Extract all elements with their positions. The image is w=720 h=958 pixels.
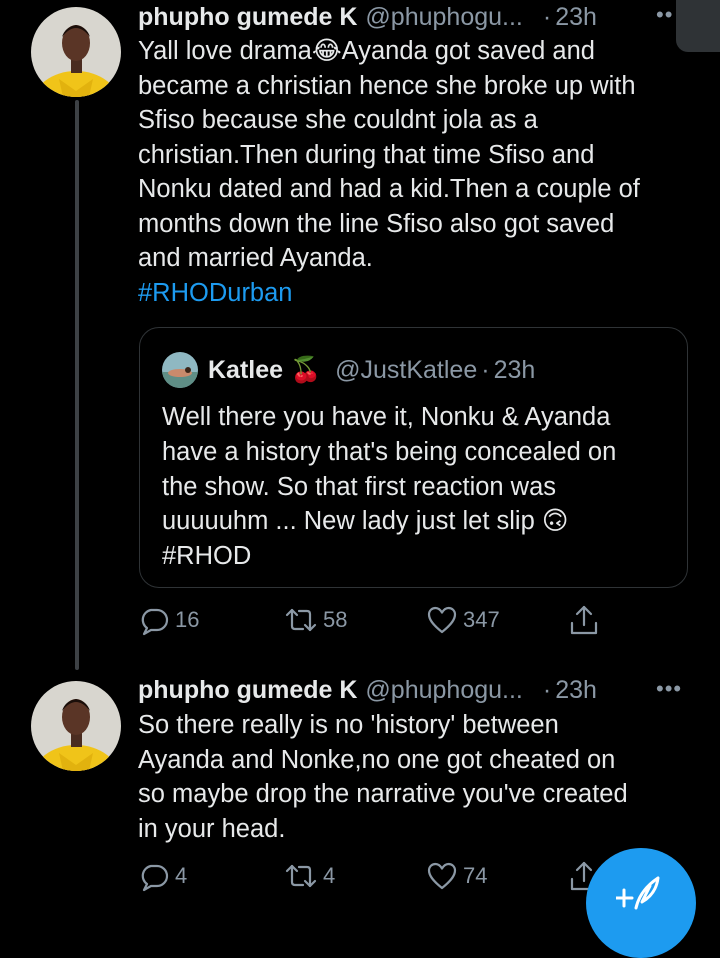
compose-tweet-icon	[614, 872, 660, 915]
tweet-1-like-count: 347	[463, 607, 500, 632]
tweet-2-more-icon[interactable]: •••	[656, 676, 682, 702]
heart-outline-icon	[426, 604, 458, 636]
tweet-2-author-avatar[interactable]	[31, 681, 121, 771]
tweet-2-retweet-count: 4	[323, 863, 336, 888]
tweet-2-author-name[interactable]: phupho gumede K	[138, 676, 357, 705]
tweet-1-hashtag-link[interactable]: #RHODurban	[138, 279, 292, 308]
quoted-tweet-text: Well there you have it, Nonku & Ayanda h…	[162, 403, 617, 571]
tweet-1-header: phupho gumede K @phuphogu... · 23h	[138, 0, 597, 34]
tweet-1-timestamp[interactable]: 23h	[555, 3, 597, 32]
quoted-tweet-card[interactable]: Katlee 🍒 @JustKatlee · 23h Well there yo…	[139, 327, 688, 588]
tweet-2-like-count: 74	[463, 863, 488, 888]
tweet-2-separator: ·	[542, 675, 552, 704]
thread-connector-line	[75, 100, 79, 670]
tweet-1-retweet-count: 58	[323, 607, 348, 632]
tweet-2-retweet-button[interactable]: 4	[284, 858, 335, 894]
tweet-1-text: Yall love drama😂Ayanda got saved and bec…	[138, 37, 640, 272]
tweet-1-action-bar: 16 58 347	[138, 602, 608, 638]
tweet-1-retweet-button[interactable]: 58	[284, 602, 347, 638]
tweet-1-author-handle[interactable]: @phuphogu...	[365, 3, 522, 32]
tweet-2-header: phupho gumede K @phuphogu... · 23h	[138, 673, 597, 707]
tweet-2-timestamp[interactable]: 23h	[555, 676, 597, 705]
tweet-1-share-button[interactable]	[568, 602, 600, 638]
tweet-1-author-name[interactable]: phupho gumede K	[138, 3, 357, 32]
tweet-2-like-button[interactable]: 74	[426, 858, 487, 894]
tweet-2-author-handle[interactable]: @phuphogu...	[365, 676, 522, 705]
quoted-tweet-handle: @JustKatlee	[335, 355, 478, 384]
retweet-arrows-icon	[284, 604, 318, 636]
tweet-1-like-button[interactable]: 347	[426, 602, 500, 638]
tweet-2-text: So there really is no 'history' between …	[138, 711, 628, 843]
heart-outline-icon	[426, 860, 458, 892]
speech-bubble-icon	[138, 604, 170, 636]
tweet-2-reply-count: 4	[175, 863, 188, 888]
quoted-tweet-timestamp: 23h	[493, 355, 536, 384]
tweet-1-reply-button[interactable]: 16	[138, 602, 199, 638]
speech-bubble-icon	[138, 860, 170, 892]
tweet-1-more-icon[interactable]: ••	[656, 2, 673, 28]
share-upload-icon	[568, 603, 600, 637]
quoted-tweet-header: Katlee 🍒 @JustKatlee · 23h	[208, 352, 535, 388]
quoted-tweet-avatar	[162, 352, 198, 388]
tweet-1-reply-count: 16	[175, 607, 200, 632]
tweet-1-author-avatar[interactable]	[31, 7, 121, 97]
tweet-2-reply-button[interactable]: 4	[138, 858, 187, 894]
tweet-1-separator: ·	[542, 2, 552, 31]
tweet-2-action-bar: 4 4 74	[138, 858, 608, 894]
compose-tweet-button[interactable]	[586, 848, 696, 958]
retweet-arrows-icon	[284, 860, 318, 892]
quoted-tweet-author-name: Katlee 🍒	[208, 355, 322, 384]
quoted-tweet-separator: ·	[481, 355, 490, 384]
